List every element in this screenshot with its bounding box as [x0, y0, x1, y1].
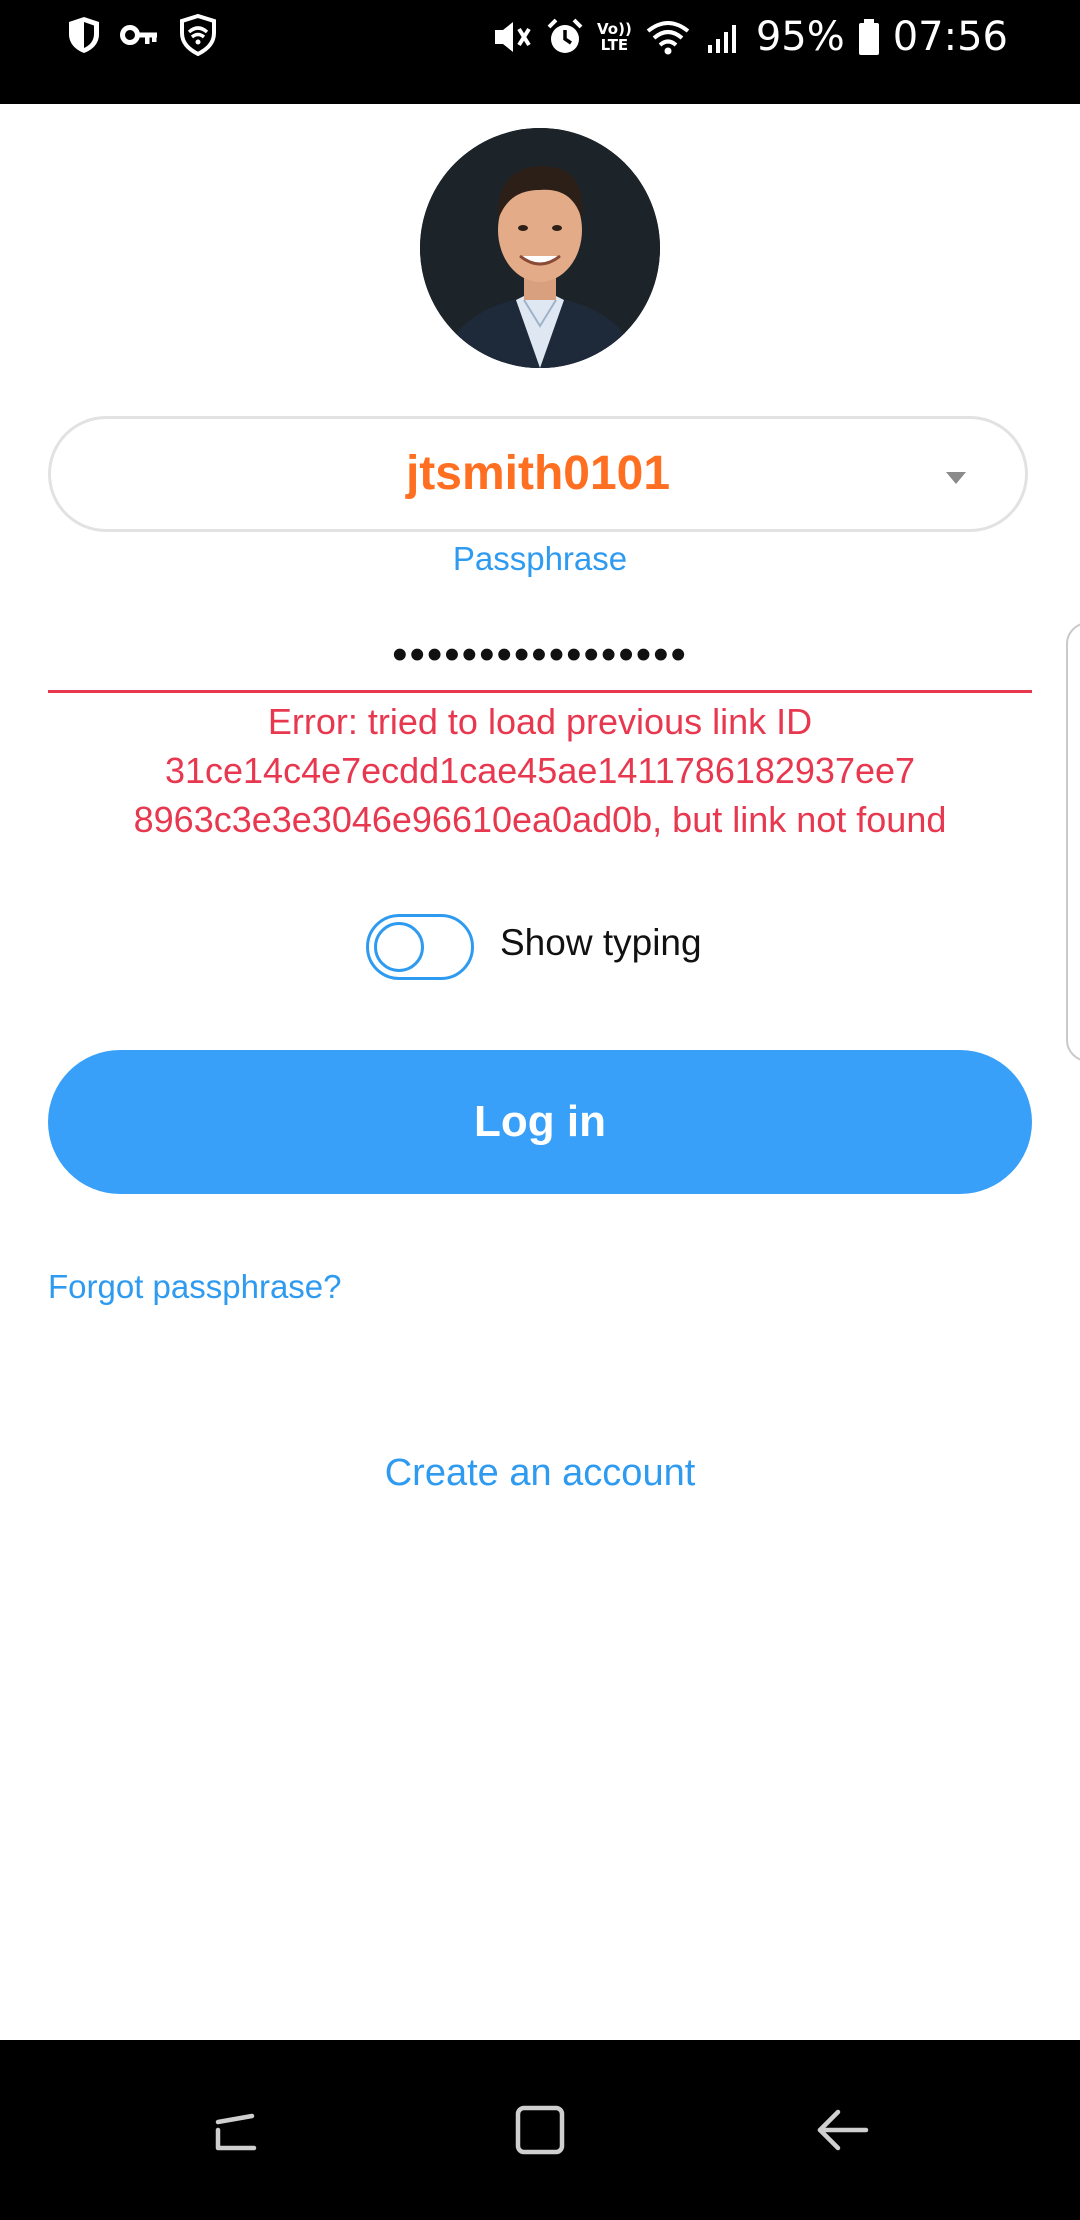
- recent-apps-icon[interactable]: [206, 2098, 270, 2162]
- mute-icon: [491, 17, 533, 57]
- avatar-photo: [420, 128, 660, 368]
- passphrase-value: •••••••••••••••••: [392, 630, 688, 679]
- battery-icon: [857, 17, 881, 57]
- login-button[interactable]: Log in: [48, 1050, 1032, 1194]
- battery-percent: 95%: [755, 14, 845, 60]
- volte-bottom-label: LTE: [600, 36, 629, 54]
- shield-icon: [66, 15, 102, 55]
- show-typing-label: Show typing: [500, 922, 702, 963]
- error-message: Error: tried to load previous link ID 31…: [133, 701, 947, 840]
- signal-icon: [704, 17, 744, 57]
- clock: 07:56: [892, 14, 1008, 60]
- toggle-knob: [374, 922, 424, 972]
- show-typing-toggle[interactable]: [366, 914, 474, 980]
- vpn-shield-icon: [178, 14, 218, 56]
- create-account-link[interactable]: Create an account: [0, 1448, 1080, 1498]
- avatar: [420, 128, 660, 368]
- passphrase-label: Passphrase: [452, 540, 628, 577]
- home-icon[interactable]: [508, 2098, 572, 2162]
- wifi-icon: [644, 17, 692, 57]
- navigation-bar: [0, 2040, 1080, 2220]
- username-label: jtsmith0101: [405, 447, 671, 500]
- passphrase-input[interactable]: •••••••••••••••••: [48, 620, 1032, 693]
- key-icon: [120, 20, 160, 50]
- alarm-icon: [545, 17, 585, 57]
- back-icon[interactable]: [810, 2098, 874, 2162]
- status-bar: Vo)) LTE 95% 07:56: [0, 0, 1080, 104]
- account-selector[interactable]: jtsmith0101: [48, 416, 1028, 532]
- edge-panel-handle[interactable]: [1066, 622, 1080, 1062]
- status-bar-left: [66, 14, 218, 56]
- forgot-passphrase-link[interactable]: Forgot passphrase?: [48, 1264, 342, 1310]
- volte-icon: Vo)) LTE: [597, 21, 632, 53]
- status-bar-right: Vo)) LTE 95% 07:56: [491, 12, 1008, 62]
- chevron-down-icon: [945, 471, 967, 490]
